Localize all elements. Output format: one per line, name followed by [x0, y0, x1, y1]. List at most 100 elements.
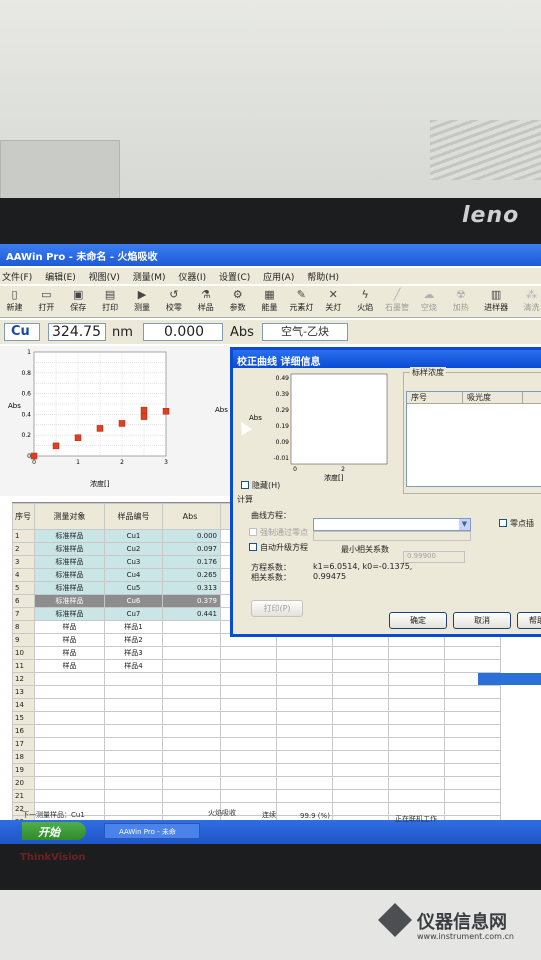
cell-object[interactable]: [34, 698, 105, 712]
cell-empty[interactable]: [388, 763, 445, 777]
tool-lamp-off-button[interactable]: ✕ 关灯: [319, 286, 348, 316]
cell-abs[interactable]: [162, 698, 221, 712]
cell-empty[interactable]: [444, 789, 501, 803]
cell-empty[interactable]: [276, 698, 333, 712]
cell-sample-id[interactable]: [104, 672, 163, 686]
cell-sample-id[interactable]: 样品2: [104, 633, 163, 647]
cell-sample-id[interactable]: [104, 776, 163, 790]
cell-sample-id[interactable]: Cu1: [104, 529, 163, 543]
cell-abs[interactable]: 0.441: [162, 607, 221, 621]
row-index[interactable]: 6: [12, 594, 35, 608]
cell-empty[interactable]: [220, 750, 277, 764]
cell-empty[interactable]: [388, 685, 445, 699]
tool-clean-button[interactable]: ⁂ 清洗: [517, 286, 541, 316]
cell-empty[interactable]: [220, 789, 277, 803]
cell-empty[interactable]: [332, 737, 389, 751]
cell-empty[interactable]: [332, 750, 389, 764]
force-zero-checkbox[interactable]: 强制通过零点: [249, 527, 308, 538]
cell-sample-id[interactable]: Cu5: [104, 581, 163, 595]
menu-view[interactable]: 视图(V): [89, 273, 120, 283]
table-row[interactable]: 11 样品 样品4: [12, 659, 501, 673]
menu-file[interactable]: 文件(F): [2, 273, 32, 283]
cell-abs[interactable]: [162, 789, 221, 803]
cell-empty[interactable]: [220, 763, 277, 777]
cell-abs[interactable]: 0.313: [162, 581, 221, 595]
cell-abs[interactable]: [162, 646, 221, 660]
tool-measure-button[interactable]: ▶ 测量: [128, 286, 157, 316]
cell-empty[interactable]: [388, 776, 445, 790]
row-index[interactable]: 8: [12, 620, 35, 634]
cell-empty[interactable]: [388, 724, 445, 738]
row-index[interactable]: 14: [12, 698, 35, 712]
cell-abs[interactable]: [162, 763, 221, 777]
cell-empty[interactable]: [276, 724, 333, 738]
cell-sample-id[interactable]: [104, 802, 163, 816]
cell-abs[interactable]: 0.379: [162, 594, 221, 608]
cell-sample-id[interactable]: [104, 763, 163, 777]
table-row[interactable]: 20: [12, 776, 501, 790]
cell-sample-id[interactable]: [104, 711, 163, 725]
menu-measure[interactable]: 测量(M): [133, 273, 166, 283]
table-row[interactable]: 13: [12, 685, 501, 699]
cell-object[interactable]: 标准样品: [34, 568, 105, 582]
row-index[interactable]: 9: [12, 633, 35, 647]
cell-empty[interactable]: [332, 724, 389, 738]
cell-object[interactable]: [34, 672, 105, 686]
next-sample-tab[interactable]: 下一测量样品：Cu1: [22, 810, 85, 820]
cell-empty[interactable]: [276, 659, 333, 673]
cell-empty[interactable]: [332, 711, 389, 725]
cell-sample-id[interactable]: Cu7: [104, 607, 163, 621]
ok-button[interactable]: 确定: [389, 612, 447, 629]
table-row[interactable]: 17: [12, 737, 501, 751]
row-index[interactable]: 10: [12, 646, 35, 660]
start-button[interactable]: 开始: [22, 822, 86, 840]
cell-abs[interactable]: [162, 776, 221, 790]
cell-empty[interactable]: [276, 750, 333, 764]
cell-empty[interactable]: [220, 737, 277, 751]
cell-empty[interactable]: [332, 672, 389, 686]
cell-empty[interactable]: [332, 763, 389, 777]
hide-checkbox[interactable]: 隐藏(H): [241, 480, 280, 491]
cell-sample-id[interactable]: Cu4: [104, 568, 163, 582]
tool-print-button[interactable]: ▤ 打印: [96, 286, 125, 316]
cell-empty[interactable]: [444, 776, 501, 790]
cell-empty[interactable]: [332, 685, 389, 699]
cell-empty[interactable]: [276, 646, 333, 660]
cell-abs[interactable]: [162, 620, 221, 634]
cell-sample-id[interactable]: Cu6: [104, 594, 163, 608]
cell-object[interactable]: 样品: [34, 646, 105, 660]
cell-sample-id[interactable]: [104, 724, 163, 738]
row-index[interactable]: 15: [12, 711, 35, 725]
row-index[interactable]: 11: [12, 659, 35, 673]
row-index[interactable]: 1: [12, 529, 35, 543]
cell-object[interactable]: 标准样品: [34, 607, 105, 621]
cell-empty[interactable]: [276, 789, 333, 803]
cell-object[interactable]: 标准样品: [34, 529, 105, 543]
cell-sample-id[interactable]: 样品1: [104, 620, 163, 634]
auto-upgrade-checkbox[interactable]: 自动升级方程: [249, 542, 308, 553]
tool-param-button[interactable]: ⚙ 参数: [223, 286, 252, 316]
cell-sample-id[interactable]: [104, 737, 163, 751]
table-row[interactable]: 16: [12, 724, 501, 738]
cell-abs[interactable]: [162, 685, 221, 699]
cell-empty[interactable]: [332, 659, 389, 673]
tool-burn-button[interactable]: ☁ 空烧: [414, 286, 443, 316]
tool-energy-button[interactable]: ▦ 能量: [255, 286, 284, 316]
cell-empty[interactable]: [388, 698, 445, 712]
tool-graphite-button[interactable]: ╱ 石墨管: [383, 286, 412, 316]
row-index[interactable]: 20: [12, 776, 35, 790]
tool-save-button[interactable]: ▣ 保存: [64, 286, 93, 316]
menu-instrument[interactable]: 仪器(I): [178, 273, 206, 283]
cell-object[interactable]: [34, 685, 105, 699]
cell-sample-id[interactable]: [104, 698, 163, 712]
cell-empty[interactable]: [444, 763, 501, 777]
row-index[interactable]: 17: [12, 737, 35, 751]
cell-empty[interactable]: [276, 776, 333, 790]
cell-empty[interactable]: [444, 750, 501, 764]
cell-empty[interactable]: [444, 737, 501, 751]
cell-empty[interactable]: [388, 672, 445, 686]
cell-abs[interactable]: [162, 672, 221, 686]
row-index[interactable]: 21: [12, 789, 35, 803]
row-index[interactable]: 4: [12, 568, 35, 582]
zero-point-checkbox[interactable]: 零点插: [499, 518, 534, 529]
